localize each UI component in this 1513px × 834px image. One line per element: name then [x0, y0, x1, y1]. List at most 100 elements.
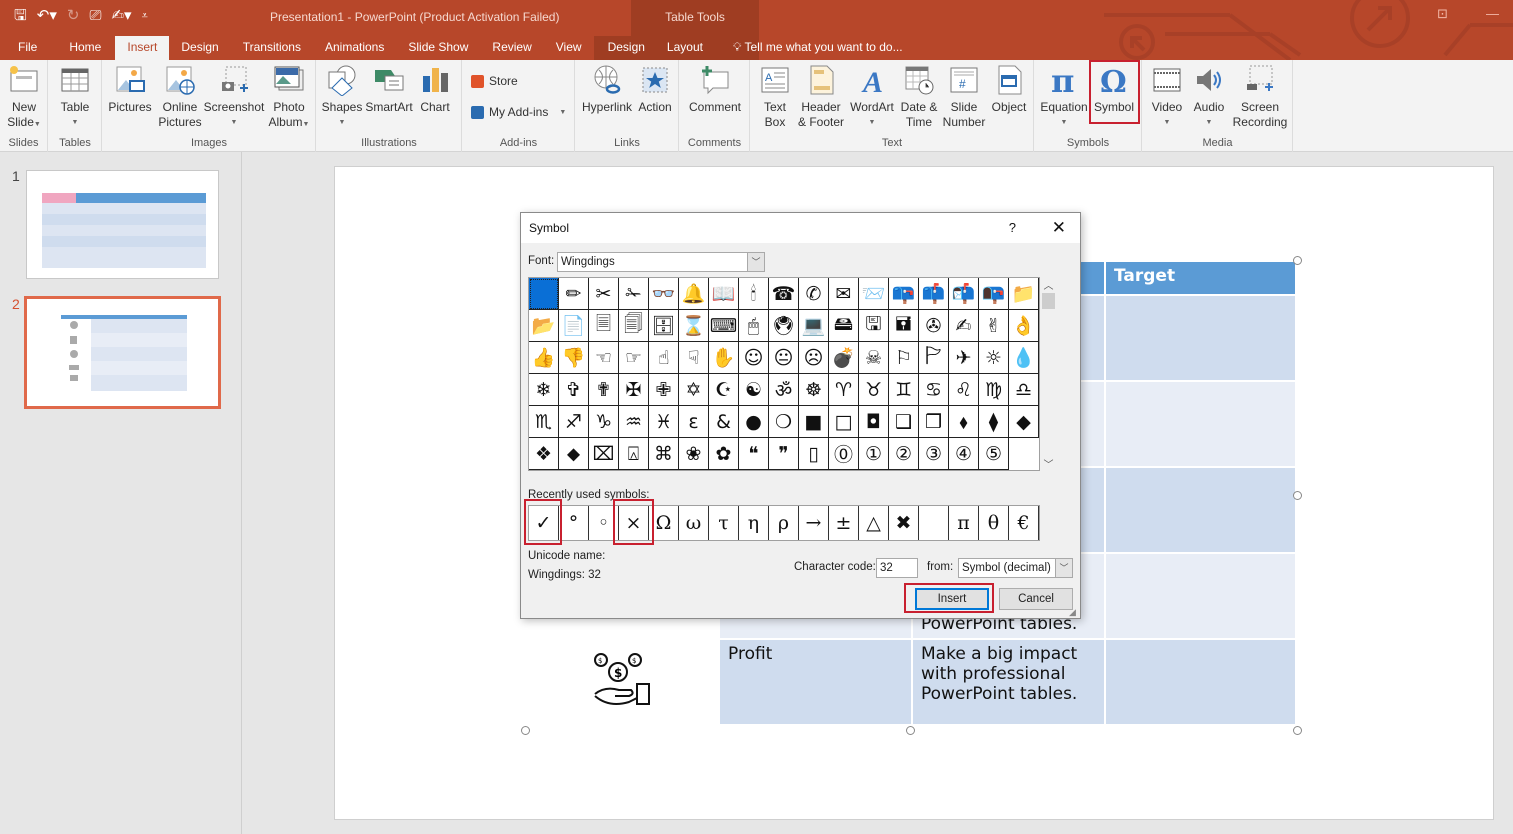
recent-symbol-cell[interactable] [919, 506, 949, 540]
symbol-cell[interactable]: ✏ [559, 278, 589, 310]
symbol-cell[interactable]: ☎ [769, 278, 799, 310]
text-box-button[interactable]: A Text Box [757, 64, 793, 130]
pictures-button[interactable]: Pictures [105, 64, 155, 115]
symbol-cell[interactable]: 🖲 [769, 310, 799, 342]
table-button[interactable]: Table ▼ [55, 64, 95, 130]
character-code-input[interactable]: 32 [876, 558, 918, 578]
symbol-cell[interactable]: ❝ [739, 438, 769, 470]
touch-mode-icon[interactable]: ✍▾ [111, 6, 131, 26]
symbol-cell[interactable]: ✟ [589, 374, 619, 406]
recent-symbol-cell[interactable]: € [1009, 506, 1039, 540]
recent-symbol-cell[interactable]: → [799, 506, 829, 540]
symbol-cell[interactable]: 📪 [889, 278, 919, 310]
symbol-cell[interactable]: 💻 [799, 310, 829, 342]
symbol-cell[interactable]: 💧 [1009, 342, 1039, 374]
recent-symbol-cell[interactable]: ω [679, 506, 709, 540]
resize-grip-icon[interactable]: ◢ [1069, 607, 1079, 617]
chevron-down-icon[interactable]: ﹀ [747, 253, 764, 271]
symbol-cell[interactable]: 📂 [529, 310, 559, 342]
tab-file[interactable]: File [0, 36, 55, 60]
save-icon[interactable]: 🖫 [14, 6, 27, 26]
recent-symbol-cell[interactable]: τ [709, 506, 739, 540]
recent-symbol-cell[interactable]: △ [859, 506, 889, 540]
symbol-cell[interactable]: ☸ [799, 374, 829, 406]
comment-button[interactable]: Comment [684, 64, 746, 115]
store-button[interactable]: Store [471, 74, 518, 88]
symbol-cell[interactable]: ✁ [619, 278, 649, 310]
equation-button[interactable]: π Equation ▼ [1039, 64, 1089, 130]
symbol-cell[interactable]: ☺ [739, 342, 769, 374]
tab-review[interactable]: Review [480, 36, 543, 60]
customize-icon[interactable]: ⩡ [142, 6, 148, 26]
recent-symbol-cell[interactable]: η [739, 506, 769, 540]
symbol-cell[interactable]: ❞ [769, 438, 799, 470]
symbol-cell[interactable]: ⚐ [889, 342, 919, 374]
screen-recording-button[interactable]: Screen Recording [1231, 64, 1289, 130]
header-footer-button[interactable]: Header & Footer [795, 64, 847, 130]
symbol-cell[interactable]: ♊ [889, 374, 919, 406]
symbol-cell[interactable]: & [709, 406, 739, 438]
scroll-down-icon[interactable]: ﹀ [1040, 456, 1057, 471]
symbol-cell[interactable]: ☝ [649, 342, 679, 374]
photo-album-button[interactable]: Photo Album▼ [265, 64, 313, 132]
symbol-cell[interactable]: 👓 [649, 278, 679, 310]
symbol-cell[interactable]: ● [739, 406, 769, 438]
recent-symbol-cell[interactable]: ° [559, 506, 589, 540]
symbol-cell[interactable]: ⬧ [949, 406, 979, 438]
audio-button[interactable]: Audio ▼ [1189, 64, 1229, 130]
symbol-cell[interactable]: 🖴 [829, 310, 859, 342]
symbol-cell[interactable]: 👌 [1009, 310, 1039, 342]
symbol-cell[interactable]: 🗏 [589, 310, 619, 342]
cancel-button[interactable]: Cancel [999, 588, 1073, 610]
ribbon-display-options-icon[interactable]: ⊡ [1437, 6, 1448, 22]
symbol-cell[interactable]: ♈ [829, 374, 859, 406]
symbol-cell[interactable]: ■ [799, 406, 829, 438]
symbol-cell[interactable]: 👎 [559, 342, 589, 374]
symbol-cell[interactable]: ⓪ [829, 438, 859, 470]
symbol-cell[interactable]: ✂ [589, 278, 619, 310]
symbol-cell[interactable]: ② [889, 438, 919, 470]
symbol-cell[interactable]: ✉ [829, 278, 859, 310]
date-time-button[interactable]: Date & Time [897, 64, 941, 130]
tab-animations[interactable]: Animations [313, 36, 396, 60]
symbol-cell[interactable]: ✋ [709, 342, 739, 374]
symbol-cell[interactable]: ◆ [1009, 406, 1039, 438]
symbol-cell[interactable]: ♉ [859, 374, 889, 406]
tab-table-design[interactable]: Design [593, 36, 659, 60]
action-button[interactable]: Action [634, 64, 676, 115]
scroll-up-icon[interactable]: ︿ [1040, 277, 1057, 292]
table-cell-target[interactable] [1104, 466, 1297, 554]
symbol-cell[interactable]: ① [859, 438, 889, 470]
symbol-cell[interactable]: 📬 [949, 278, 979, 310]
shapes-button[interactable]: Shapes ▼ [319, 64, 365, 130]
chevron-down-icon[interactable]: ﹀ [1055, 559, 1072, 577]
symbol-cell[interactable]: 📨 [859, 278, 889, 310]
symbol-cell[interactable]: ♋ [919, 374, 949, 406]
symbol-cell[interactable]: □ [829, 406, 859, 438]
symbol-cell[interactable]: ♒ [619, 406, 649, 438]
symbol-cell[interactable]: 🗐 [619, 310, 649, 342]
symbol-cell[interactable]: ⑤ [979, 438, 1009, 470]
table-cell-target[interactable] [1104, 380, 1297, 468]
table-cell-target[interactable] [1104, 552, 1297, 640]
symbol-cell[interactable]: ♑ [589, 406, 619, 438]
tab-view[interactable]: View [544, 36, 594, 60]
scrollbar-thumb[interactable] [1042, 293, 1055, 309]
resize-handle-top-right[interactable] [1293, 256, 1302, 265]
video-button[interactable]: Video ▼ [1147, 64, 1187, 130]
symbol-cell[interactable]: ✡ [679, 374, 709, 406]
symbol-cell[interactable]: ॐ [769, 374, 799, 406]
symbol-cell[interactable]: ⍓ [619, 438, 649, 470]
symbol-cell[interactable]: ☟ [679, 342, 709, 374]
resize-handle-bottom[interactable] [906, 726, 915, 735]
tab-insert[interactable]: Insert [115, 36, 170, 60]
tab-design[interactable]: Design [169, 36, 230, 60]
symbol-cell[interactable]: 📭 [979, 278, 1009, 310]
redo-icon[interactable]: ↻ [67, 6, 80, 26]
symbol-cell[interactable]: 💣 [829, 342, 859, 374]
hyperlink-button[interactable]: Hyperlink [579, 64, 635, 115]
symbol-cell[interactable]: ✍ [949, 310, 979, 342]
symbol-cell[interactable]: 🖫 [859, 310, 889, 342]
symbol-cell[interactable]: ♓ [649, 406, 679, 438]
symbol-cell[interactable]: ⌛ [679, 310, 709, 342]
